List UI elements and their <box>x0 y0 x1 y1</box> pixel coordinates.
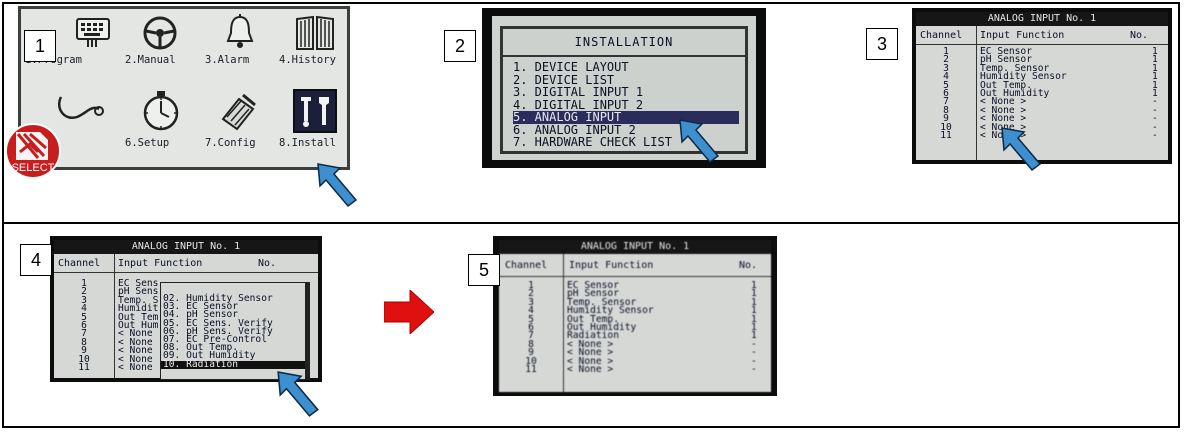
sensor-number: - <box>751 363 757 375</box>
sensor-number: - <box>1152 129 1158 141</box>
stopwatch-icon[interactable] <box>139 89 183 133</box>
menu-item-config[interactable]: 7.Config <box>205 137 256 149</box>
table-row[interactable]: 4 Humidity Sensor 1 <box>916 72 1168 82</box>
analog-input-title: ANALOG INPUT No. 1 <box>54 240 318 254</box>
col-input-function: Input Function <box>980 30 1065 41</box>
step-label-5: 5 <box>468 254 500 286</box>
col-no: No. <box>1130 30 1149 41</box>
table-row[interactable]: 6 Out Humidity 1 <box>916 88 1168 98</box>
analog-input-screen-5: ANALOG INPUT No. 1 Channel Input Functio… <box>493 236 777 396</box>
table-row[interactable]: 1 EC Sensor 1 <box>916 46 1168 56</box>
select-key-badge: SELECT <box>4 122 62 184</box>
pointer-arrow-icon <box>679 119 720 164</box>
menu-item-install[interactable]: 8.Install <box>279 137 336 149</box>
config-pencil-icon[interactable] <box>217 91 259 131</box>
pointer-arrow-icon <box>1001 127 1042 172</box>
installation-title: INSTALLATION <box>574 35 674 49</box>
popup-option[interactable]: 10. Radiation <box>161 359 309 369</box>
step-label-3: 3 <box>866 28 898 60</box>
table-row[interactable]: 11 < None > - <box>499 363 771 375</box>
tools-icon <box>301 97 329 127</box>
table-row[interactable]: 8 < None > - <box>499 339 771 349</box>
col-input-function: Input Function <box>118 258 203 269</box>
install-item-device-layout[interactable]: 1. DEVICE LAYOUT <box>513 61 739 74</box>
analog-input-screen-4: ANALOG INPUT No. 1 Channel Input Functio… <box>50 236 322 382</box>
installation-screen: INSTALLATION 1. DEVICE LAYOUT 2. DEVICE … <box>482 8 766 168</box>
install-item-digital-input-1[interactable]: 3. DIGITAL INPUT 1 <box>513 86 739 99</box>
stethoscope-icon[interactable] <box>55 89 105 129</box>
col-no: No. <box>258 258 277 269</box>
analog-input-title: ANALOG INPUT No. 1 <box>916 12 1168 26</box>
table-row[interactable]: 10 < None > - <box>499 356 771 366</box>
main-menu-screen: 1.Program 2.Manual 3.Alarm 4.History 6.S… <box>18 6 350 170</box>
input-function-value: < None > <box>567 363 614 375</box>
col-channel: Channel <box>920 30 963 41</box>
header-divider <box>916 44 1168 45</box>
function-select-popup[interactable]: 02. Humidity Sensor 03. EC Sensor 04. pH S… <box>160 282 310 380</box>
header-divider <box>54 272 318 273</box>
channel-number: 11 <box>525 363 537 375</box>
channel-table: 1 EC Sensor 1 2 pH Sensor 1 3 Temp. Sensor 1 4 Hum… <box>499 280 771 375</box>
menu-item-alarm[interactable]: 3.Alarm <box>205 54 249 66</box>
col-no: No. <box>739 260 758 271</box>
analog-input-title: ANALOG INPUT No. 1 <box>499 240 771 254</box>
channel-number: 11 <box>940 129 952 141</box>
col-input-function: Input Function <box>569 260 654 271</box>
menu-item-setup[interactable]: 6.Setup <box>125 137 169 149</box>
channel-number: 11 <box>78 361 90 373</box>
steering-wheel-icon[interactable] <box>141 15 179 51</box>
pointer-arrow-icon <box>317 163 358 208</box>
table-row[interactable]: 7 < None > - <box>916 97 1168 107</box>
table-row[interactable]: 9 < None > - <box>499 348 771 358</box>
select-label: SELECT <box>11 162 55 174</box>
table-row[interactable]: 4 Humidity Sensor 1 <box>499 306 771 316</box>
menu-item-history[interactable]: 4.History <box>279 54 336 66</box>
step-label-2: 2 <box>444 30 476 62</box>
step-label-4: 4 <box>20 244 52 276</box>
menu-item-manual[interactable]: 2.Manual <box>125 54 176 66</box>
title-divider <box>503 55 745 57</box>
bell-icon[interactable] <box>223 13 257 51</box>
table-row[interactable]: 7 Radiation 1 <box>499 331 771 341</box>
pointer-arrow-icon <box>277 371 319 417</box>
keyboard-icon[interactable] <box>73 15 113 49</box>
popup-scrollbar[interactable] <box>305 283 309 379</box>
input-function-value: < None <box>118 361 153 373</box>
col-channel: Channel <box>505 260 548 271</box>
step-label-1: 1 <box>24 30 56 62</box>
table-row[interactable]: 9 < None > - <box>916 114 1168 124</box>
header-divider <box>499 276 771 277</box>
install-tile[interactable] <box>293 89 337 133</box>
table-row[interactable]: 8 < None > - <box>916 105 1168 115</box>
history-book-icon[interactable] <box>293 13 337 53</box>
table-row[interactable]: 1 EC Sensor 1 <box>499 280 771 290</box>
table-row[interactable]: 6 Out Humidity 1 <box>499 322 771 332</box>
next-step-arrow-icon <box>384 290 434 334</box>
row-divider <box>2 222 1180 224</box>
col-channel: Channel <box>58 258 101 269</box>
